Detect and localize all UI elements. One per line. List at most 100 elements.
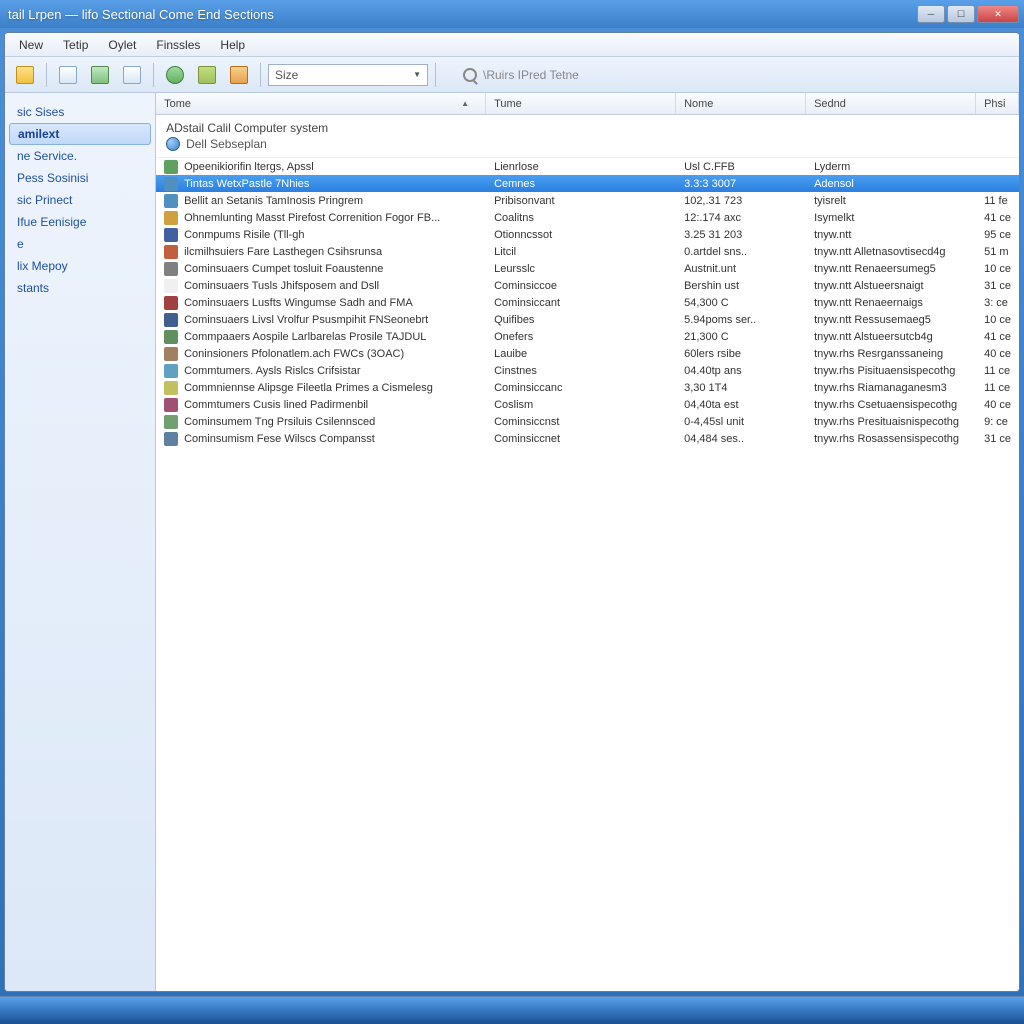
table-row[interactable]: Cominsuaers Cumpet tosluit FoaustenneLeu… xyxy=(156,260,1019,277)
row-tume: Lauibe xyxy=(486,348,676,360)
row-sednd: tnyw.rhs Pisituaensispecothg xyxy=(806,365,976,377)
row-ph: 41 ce xyxy=(976,331,1019,343)
menu-oylet[interactable]: Oylet xyxy=(98,35,146,55)
row-name: Commtumers. Aysls Rislcs Crifsistar xyxy=(184,365,360,377)
menu-tetip[interactable]: Tetip xyxy=(53,35,98,55)
row-sednd: tyisrelt xyxy=(806,195,976,207)
toolbar-search[interactable]: \Ruirs IPred Tetne xyxy=(463,68,579,82)
toolbar-separator xyxy=(46,63,47,87)
row-nome: 5.94poms ser.. xyxy=(676,314,806,326)
maximize-button[interactable]: ☐ xyxy=(947,5,975,23)
row-icon xyxy=(164,211,178,225)
row-tume: Cemnes xyxy=(486,178,676,190)
sidebar-item[interactable]: Pess Sosinisi xyxy=(5,167,155,189)
sidebar-item[interactable]: sic Sises xyxy=(5,101,155,123)
sidebar-item[interactable]: Ifue Eenisige xyxy=(5,211,155,233)
os-taskbar[interactable] xyxy=(0,996,1024,1024)
menu-help[interactable]: Help xyxy=(210,35,255,55)
row-icon xyxy=(164,194,178,208)
row-sednd: tnyw.ntt Renaeersumeg5 xyxy=(806,263,976,275)
table-row[interactable]: Commpaaers Aospile Larlbarelas Prosile T… xyxy=(156,328,1019,345)
table-row[interactable]: Commtumers Cusis lined PadirmenbilCoslis… xyxy=(156,396,1019,413)
sidebar-item[interactable]: amilext xyxy=(9,123,151,145)
sidebar-item[interactable]: sic Prinect xyxy=(5,189,155,211)
table-row[interactable]: Conmpums Risile (Tll-ghOtionncssot3.25 3… xyxy=(156,226,1019,243)
table-row[interactable]: Tintas WetxPastle 7NhiesCemnes3.3:3 3007… xyxy=(156,175,1019,192)
row-ph: 31 ce xyxy=(976,280,1019,292)
sidebar-item[interactable]: stants xyxy=(5,277,155,299)
row-name: Ohnemlunting Masst Pirefost Correnition … xyxy=(184,212,440,224)
row-ph: 11 ce xyxy=(976,365,1019,377)
row-name: Bellit an Setanis TamInosis Pringrem xyxy=(184,195,363,207)
row-tume: Coalitns xyxy=(486,212,676,224)
col-tume[interactable]: Tume xyxy=(486,93,676,114)
row-icon xyxy=(164,415,178,429)
row-icon xyxy=(164,177,178,191)
row-nome: 04.40tp ans xyxy=(676,365,806,377)
close-button[interactable]: ✕ xyxy=(977,5,1019,23)
table-row[interactable]: Cominsuaers Tusls Jhifsposem and DsllCom… xyxy=(156,277,1019,294)
row-nome: 04,484 ses.. xyxy=(676,433,806,445)
toolbar-bin-button[interactable] xyxy=(193,61,221,89)
row-icon xyxy=(164,432,178,446)
row-nome: 0.artdel sns.. xyxy=(676,246,806,258)
row-name: Cominsumem Tng Prsiluis Csilennsced xyxy=(184,416,375,428)
table-row[interactable]: Commtumers. Aysls Rislcs CrifsistarCinst… xyxy=(156,362,1019,379)
row-nome: 21,300 C xyxy=(676,331,806,343)
table-row[interactable]: Bellit an Setanis TamInosis PringremPrib… xyxy=(156,192,1019,209)
sidebar-item[interactable]: lix Mepoy xyxy=(5,255,155,277)
table-row[interactable]: Ohnemlunting Masst Pirefost Correnition … xyxy=(156,209,1019,226)
table-row[interactable]: ilcmilhsuiers Fare Lasthegen CsihsrunsaL… xyxy=(156,243,1019,260)
col-ph[interactable]: Phsi xyxy=(976,93,1019,114)
row-icon xyxy=(164,347,178,361)
col-nome[interactable]: Nome xyxy=(676,93,806,114)
row-nome: Bershin ust xyxy=(676,280,806,292)
table-row[interactable]: Opeenikiorifin ltergs, ApsslLienrloseUsl… xyxy=(156,158,1019,175)
toolbar-stack-button[interactable] xyxy=(225,61,253,89)
table-row[interactable]: Coninsioners Pfolonatlem.ach FWCs (3OAC)… xyxy=(156,345,1019,362)
row-nome: 04,40ta est xyxy=(676,399,806,411)
menu-finssles[interactable]: Finssles xyxy=(146,35,210,55)
col-sednd[interactable]: Sednd xyxy=(806,93,976,114)
sidebar-item[interactable]: ne Service. xyxy=(5,145,155,167)
toolbar-page2-button[interactable] xyxy=(118,61,146,89)
toolbar-page-button[interactable] xyxy=(54,61,82,89)
breadcrumb-line2-row: Dell Sebseplan xyxy=(166,137,1009,151)
row-tume: Cominsiccnst xyxy=(486,416,676,428)
sort-indicator-icon: ▲ xyxy=(461,99,469,108)
bin-icon xyxy=(198,66,216,84)
search-icon xyxy=(463,68,477,82)
toolbar-image-button[interactable] xyxy=(86,61,114,89)
col-tome[interactable]: Tome▲ xyxy=(156,93,486,114)
toolbar-folder-button[interactable] xyxy=(11,61,39,89)
row-name: Cominsuaers Cumpet tosluit Foaustenne xyxy=(184,263,383,275)
item-list[interactable]: Opeenikiorifin ltergs, ApsslLienrloseUsl… xyxy=(156,158,1019,991)
toolbar-size-select[interactable]: Size ▼ xyxy=(268,64,428,86)
window-controls: ─ ☐ ✕ xyxy=(917,5,1019,23)
table-row[interactable]: Commniennse Alipsge Fileetla Primes a Ci… xyxy=(156,379,1019,396)
row-sednd: tnyw.rhs Resrganssaneing xyxy=(806,348,976,360)
row-ph: 31 ce xyxy=(976,433,1019,445)
select-value: Size xyxy=(275,68,298,82)
toolbar-refresh-button[interactable] xyxy=(161,61,189,89)
toolbar-separator xyxy=(153,63,154,87)
row-ph: 11 fe xyxy=(976,195,1019,207)
table-row[interactable]: Cominsumism Fese Wilscs CompansstCominsi… xyxy=(156,430,1019,447)
menu-new[interactable]: New xyxy=(9,35,53,55)
sidebar: sic Sisesamilextne Service.Pess Sosinisi… xyxy=(5,93,156,991)
table-row[interactable]: Cominsuaers Livsl Vrolfur Psusmpihit FNS… xyxy=(156,311,1019,328)
sidebar-item[interactable]: e xyxy=(5,233,155,255)
content-pane: Tome▲ Tume Nome Sednd Phsi ADstail Calil… xyxy=(156,93,1019,991)
row-sednd: tnyw.rhs Rosassensispecothg xyxy=(806,433,976,445)
row-nome: 54,300 C xyxy=(676,297,806,309)
row-sednd: tnyw.ntt Alstueersnaigt xyxy=(806,280,976,292)
row-name: ilcmilhsuiers Fare Lasthegen Csihsrunsa xyxy=(184,246,382,258)
table-row[interactable]: Cominsuaers Lusfts Wingumse Sadh and FMA… xyxy=(156,294,1019,311)
app-frame: New Tetip Oylet Finssles Help Size ▼ \Ru… xyxy=(4,32,1020,992)
folder-icon xyxy=(16,66,34,84)
table-row[interactable]: Cominsumem Tng Prsiluis Csilennsced Comin… xyxy=(156,413,1019,430)
minimize-button[interactable]: ─ xyxy=(917,5,945,23)
row-tume: Cominsiccnet xyxy=(486,433,676,445)
row-name: Coninsioners Pfolonatlem.ach FWCs (3OAC) xyxy=(184,348,404,360)
row-tume: Cominsiccoe xyxy=(486,280,676,292)
